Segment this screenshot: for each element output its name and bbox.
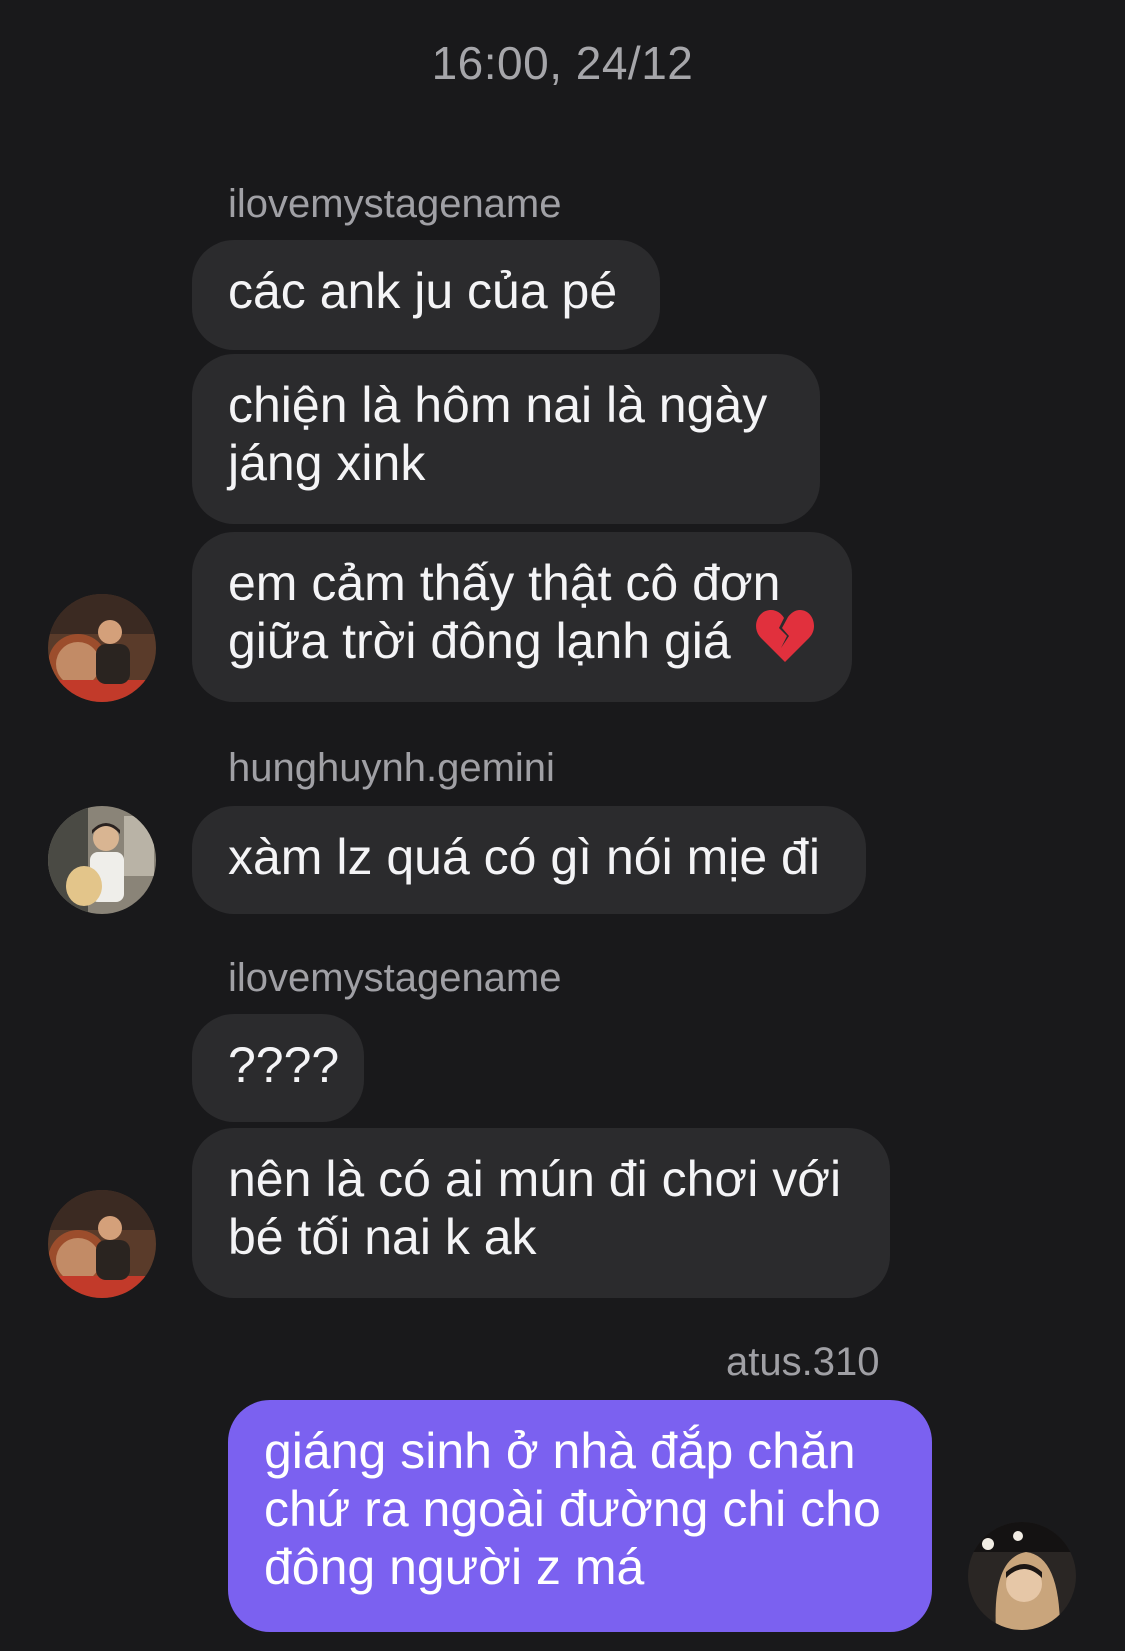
message-bubble-outgoing[interactable]: giáng sinh ở nhà đắp chăn chứ ra ngoài đ… xyxy=(228,1400,932,1632)
message-text-line: giáng sinh ở nhà đắp chăn xyxy=(264,1423,856,1479)
message-text-line: bé tối nai k ak xyxy=(228,1209,537,1265)
message-text-line: em cảm thấy thật cô đơn xyxy=(228,555,781,611)
message-bubble[interactable]: các ank ju của pé xyxy=(192,240,660,350)
message-text-line: giữa trời đông lạnh giá xyxy=(228,613,731,669)
message-text: xàm lz quá có gì nói mịe đi xyxy=(228,829,820,885)
sender-name: ilovemystagename xyxy=(228,182,562,226)
message-text: ???? xyxy=(228,1037,340,1093)
message-bubble[interactable]: em cảm thấy thật cô đơn giữa trời đông l… xyxy=(192,532,852,702)
message-text: các ank ju của pé xyxy=(228,263,618,319)
sender-name: atus.310 xyxy=(726,1340,880,1384)
message-text-line: chứ ra ngoài đường chi cho xyxy=(264,1481,881,1537)
avatar[interactable] xyxy=(48,1190,156,1298)
message-text-line: jáng xink xyxy=(228,435,426,491)
message-text-line-wrapper: giữa trời đông lạnh giá xyxy=(228,609,814,676)
message-timestamp: 16:00, 24/12 xyxy=(431,37,694,89)
sender-name: hunghuynh.gemini xyxy=(228,746,555,790)
avatar[interactable] xyxy=(968,1522,1076,1630)
message-bubble[interactable]: xàm lz quá có gì nói mịe đi xyxy=(192,806,866,914)
message-text-line: nên là có ai mún đi chơi với xyxy=(228,1151,842,1207)
message-bubble[interactable]: chiện là hôm nai là ngày jáng xink xyxy=(192,354,820,524)
avatar[interactable] xyxy=(48,806,156,914)
message-text-line: đông người z má xyxy=(264,1539,645,1595)
avatar[interactable] xyxy=(48,594,156,702)
sender-name: ilovemystagename xyxy=(228,956,562,1000)
message-bubble[interactable]: nên là có ai mún đi chơi với bé tối nai … xyxy=(192,1128,890,1298)
message-bubble[interactable]: ???? xyxy=(192,1014,364,1122)
broken-heart-icon xyxy=(755,608,815,676)
message-text-line: chiện là hôm nai là ngày xyxy=(228,377,768,433)
